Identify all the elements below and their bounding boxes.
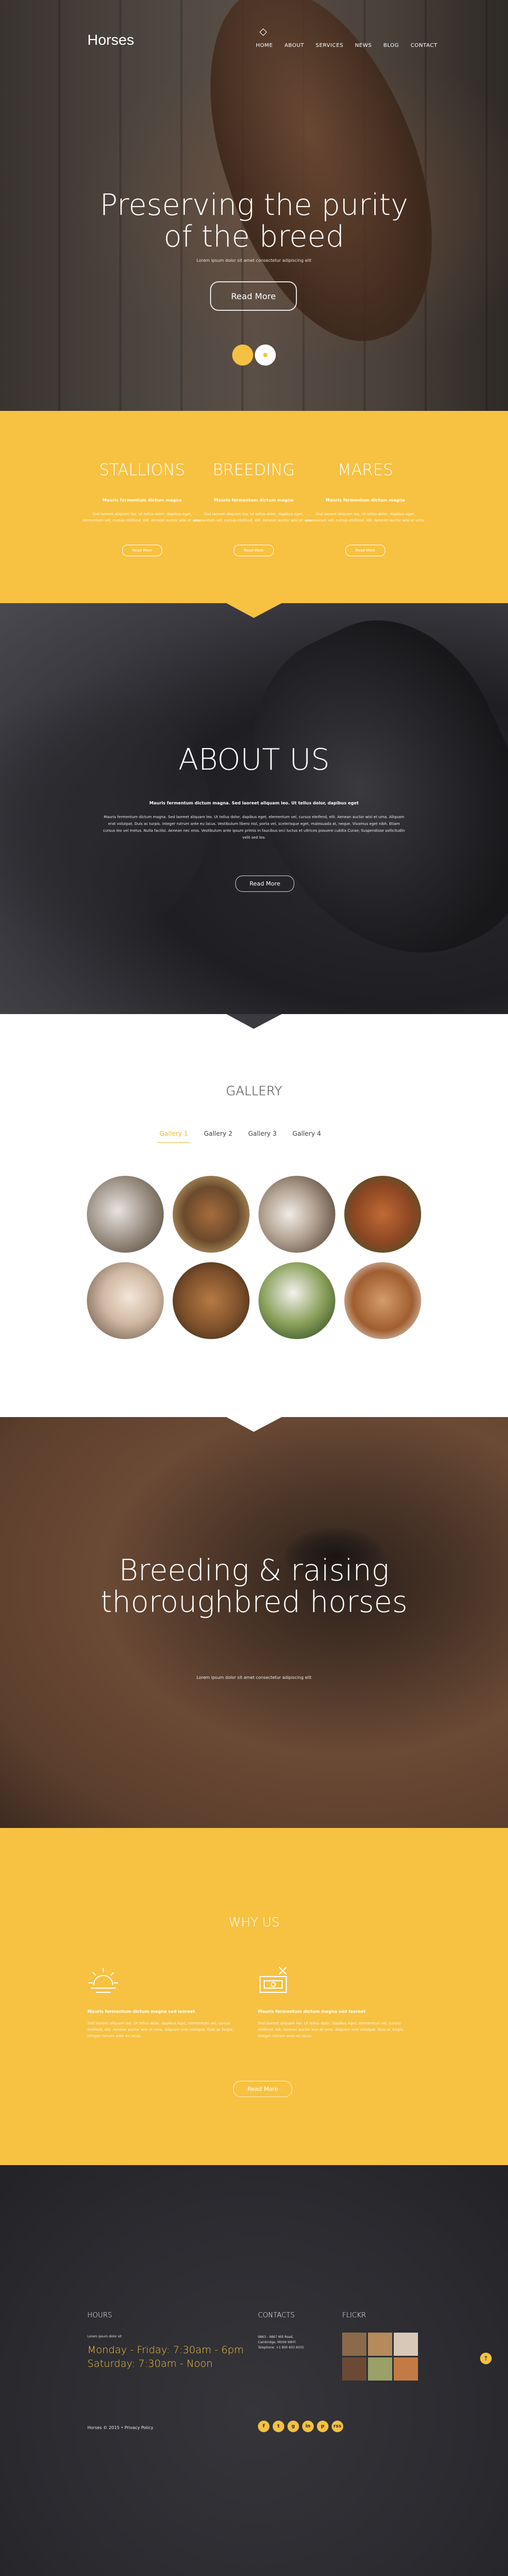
hours-title: HOURS: [87, 2312, 112, 2319]
breeding-title: Breeding & raising thoroughbred horses: [0, 1555, 508, 1618]
pinterest-icon[interactable]: p: [317, 2421, 328, 2432]
google-plus-icon[interactable]: g: [287, 2421, 299, 2432]
nav-news[interactable]: NEWS: [355, 43, 372, 48]
why-us-title: WHY US: [228, 1915, 280, 1930]
categories-section: STALLIONS Mauris fermentum dictum magna …: [0, 411, 508, 603]
gallery-photo[interactable]: [87, 1176, 164, 1253]
contacts-line: Telephone: +1 800 603 6035: [258, 2346, 304, 2349]
contacts-line: 9863 - 9867 Mill Road,: [258, 2335, 294, 2339]
linkedin-icon[interactable]: in: [302, 2421, 314, 2432]
logo[interactable]: Horses: [87, 32, 134, 48]
gallery-title: GALLERY: [226, 1084, 282, 1098]
about-section: ABOUT US Mauris fermentum dictum magna. …: [0, 603, 508, 1014]
why-us-section: WHY US Mauris fermentum dictum magna sed…: [0, 1828, 508, 2165]
flickr-photo[interactable]: [368, 2333, 392, 2356]
contacts-info: 9863 - 9867 Mill Road, Cambridge, MG09 9…: [258, 2335, 304, 2351]
nav-contact[interactable]: CONTACT: [411, 43, 437, 48]
flickr-title: FLICKR: [342, 2312, 366, 2319]
tab-gallery-2[interactable]: Gallery 2: [204, 1130, 232, 1143]
hero-title-line1: Preserving the purity: [99, 188, 409, 222]
sun-icon: [88, 1968, 118, 1993]
section-notch: [0, 1014, 508, 1029]
gallery-photo[interactable]: [258, 1262, 335, 1339]
tab-gallery-4[interactable]: Gallery 4: [293, 1130, 321, 1143]
about-subtitle: Mauris fermentum dictum magna. Sed laore…: [149, 801, 359, 805]
category-text: Sed laoreet aliquam leo. Ut tellus dolor…: [194, 512, 314, 523]
social-links: f t g in p rss: [258, 2421, 343, 2432]
category-mares: MARES Mauris fermentum dictum magna Sed …: [305, 461, 426, 556]
nav-about[interactable]: ABOUT: [284, 43, 304, 48]
twitter-icon[interactable]: t: [273, 2421, 284, 2432]
scroll-to-top-button[interactable]: ↑: [480, 2353, 492, 2364]
gallery-photo[interactable]: [344, 1262, 421, 1339]
category-title: STALLIONS: [99, 461, 185, 479]
section-notch: [0, 603, 508, 618]
hero-title: Preserving the purity of the breed: [0, 190, 508, 253]
gallery-photo[interactable]: [173, 1262, 250, 1339]
category-text: Sed laoreet aliquam leo. Ut tellus dolor…: [82, 512, 202, 523]
hero-read-more-button[interactable]: Read More: [210, 281, 297, 311]
hero-title-line2: of the breed: [163, 220, 345, 254]
breeding-title-line2: thoroughbred horses: [100, 1585, 408, 1619]
category-read-more-button[interactable]: Read More: [234, 545, 274, 556]
category-subtitle: Mauris fermentum dictum magna: [325, 498, 405, 503]
category-title: MARES: [337, 461, 393, 479]
gallery-photo[interactable]: [87, 1262, 164, 1339]
category-text: Sed laoreet aliquam leo. Ut tellus dolor…: [305, 512, 425, 523]
why-us-heading: Mauris fermentum dictum magna sed laoree…: [87, 2009, 195, 2014]
money-icon: [260, 1967, 287, 1993]
flickr-photo[interactable]: [342, 2357, 366, 2381]
copyright: Horses © 2015 • Privacy Policy: [87, 2425, 154, 2430]
facebook-icon[interactable]: f: [258, 2421, 270, 2432]
gallery-tabs: Gallery 1 Gallery 2 Gallery 3 Gallery 4: [157, 1130, 321, 1143]
nav-home[interactable]: HOME: [256, 43, 273, 48]
breeding-subtitle: Lorem ipsum dolor sit amet consectetur a…: [196, 1675, 312, 1680]
rss-icon[interactable]: rss: [332, 2421, 343, 2432]
hero-subtitle: Lorem ipsum dolor sit amet consectetur a…: [196, 258, 312, 263]
why-us-text: Sed laoreet aliquam leo. Ut tellus dolor…: [258, 2021, 404, 2038]
contacts-title: CONTACTS: [258, 2312, 295, 2319]
breeding-section: Breeding & raising thoroughbred horses L…: [0, 1417, 508, 1828]
slider-dot-2[interactable]: [255, 345, 276, 366]
contacts-line: Cambridge, MG09 99HT.: [258, 2341, 297, 2344]
category-read-more-button[interactable]: Read More: [345, 545, 385, 556]
flickr-photo[interactable]: [394, 2333, 418, 2356]
flickr-grid: [342, 2333, 418, 2381]
category-title: BREEDING: [212, 461, 295, 479]
why-us-read-more-button[interactable]: Read More: [233, 2081, 293, 2097]
footer: HOURS Lorem ipsum dolor sit Monday - Fri…: [0, 2165, 508, 2576]
category-breeding: BREEDING Mauris fermentum dictum magna S…: [193, 461, 314, 556]
gallery-photo[interactable]: [344, 1176, 421, 1253]
hours-subtitle: Lorem ipsum dolor sit: [87, 2335, 122, 2338]
about-text: Mauris fermentum dictum magna. Sed laore…: [103, 815, 405, 840]
about-title: ABOUT US: [178, 743, 330, 777]
category-subtitle: Mauris fermentum dictum magna: [214, 498, 294, 503]
tab-gallery-3[interactable]: Gallery 3: [248, 1130, 276, 1143]
tab-gallery-1[interactable]: Gallery 1: [157, 1130, 191, 1143]
section-notch: [0, 1417, 508, 1432]
gallery-photo[interactable]: [173, 1176, 250, 1253]
slider-dot-1[interactable]: [232, 345, 253, 366]
main-nav: HOME ABOUT SERVICES NEWS BLOG CONTACT: [256, 43, 437, 48]
breeding-title-line1: Breeding & raising: [118, 1554, 390, 1588]
flickr-photo[interactable]: [342, 2333, 366, 2356]
flickr-photo[interactable]: [368, 2357, 392, 2381]
about-read-more-button[interactable]: Read More: [235, 876, 295, 892]
category-stallions: STALLIONS Mauris fermentum dictum magna …: [82, 461, 203, 556]
flickr-photo[interactable]: [394, 2357, 418, 2381]
hours-saturday: Saturday: 7:30am - Noon: [87, 2358, 213, 2369]
category-subtitle: Mauris fermentum dictum magna: [102, 498, 182, 503]
hours-weekdays: Monday - Friday: 7:30am - 6pm: [87, 2344, 244, 2356]
category-read-more-button[interactable]: Read More: [122, 545, 162, 556]
gallery-photo[interactable]: [258, 1176, 335, 1253]
why-us-text: Sed laoreet aliquam leo. Ut tellus dolor…: [87, 2021, 234, 2038]
nav-services[interactable]: SERVICES: [316, 43, 344, 48]
nav-blog[interactable]: BLOG: [383, 43, 399, 48]
why-us-heading: Mauris fermentum dictum magna sed laoree…: [258, 2009, 366, 2014]
why-us-item: Mauris fermentum dictum magna sed laoree…: [258, 1965, 411, 2039]
why-us-item: Mauris fermentum dictum magna sed laoree…: [87, 1965, 240, 2039]
gallery-section: GALLERY Gallery 1 Gallery 2 Gallery 3 Ga…: [0, 1014, 508, 1417]
hero-section: Horses HOME ABOUT SERVICES NEWS BLOG CON…: [0, 0, 508, 411]
